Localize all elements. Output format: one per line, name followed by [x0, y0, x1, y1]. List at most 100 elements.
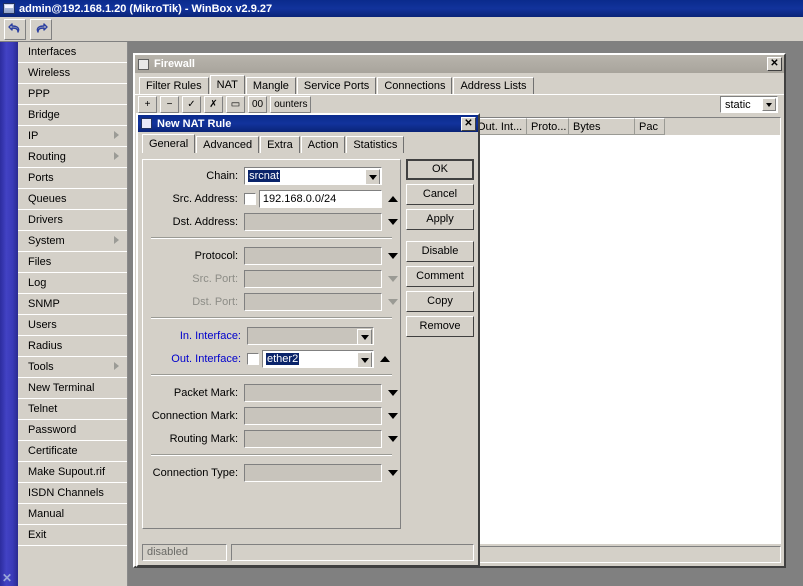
- cancel-button[interactable]: Cancel: [406, 184, 474, 205]
- arrow-down-icon: [388, 253, 398, 259]
- chevron-down-icon[interactable]: [762, 98, 776, 111]
- out-interface-input[interactable]: ether2: [262, 350, 374, 368]
- tab-nat[interactable]: NAT: [209, 75, 245, 94]
- disable-button[interactable]: Disable: [406, 241, 474, 262]
- remove-rule-button[interactable]: −: [160, 96, 179, 113]
- tab-connections[interactable]: Connections: [377, 77, 453, 94]
- connection-mark-stepper[interactable]: [386, 413, 400, 419]
- out-interface-dropdown-button[interactable]: [357, 352, 372, 367]
- tab-filter-rules[interactable]: Filter Rules: [139, 77, 209, 94]
- connection-type-stepper[interactable]: [386, 470, 400, 476]
- sidebar-item-system[interactable]: System: [18, 231, 127, 252]
- sidebar-item-ppp[interactable]: PPP: [18, 84, 127, 105]
- column-header-pac[interactable]: Pac: [635, 118, 665, 135]
- remove-button[interactable]: Remove: [406, 316, 474, 337]
- src-address-input[interactable]: 192.168.0.0/24: [258, 190, 382, 208]
- column-header-bytes[interactable]: Bytes: [569, 118, 635, 135]
- protocol-stepper[interactable]: [386, 253, 400, 259]
- reset-all-counters-button[interactable]: ounters: [270, 96, 312, 113]
- sidebar-item-password[interactable]: Password: [18, 420, 127, 441]
- tab-advanced[interactable]: Advanced: [196, 136, 260, 153]
- form-row-out-interface: Out. Interface: ether2: [143, 349, 400, 369]
- sidebar-item-interfaces[interactable]: Interfaces: [18, 42, 127, 63]
- sidebar-item-bridge[interactable]: Bridge: [18, 105, 127, 126]
- routing-mark-input[interactable]: [244, 430, 382, 448]
- sidebar-item-telnet[interactable]: Telnet: [18, 399, 127, 420]
- firewall-close-button[interactable]: ✕: [767, 57, 782, 71]
- in-interface-dropdown-button[interactable]: [357, 329, 372, 344]
- sidebar-item-new-terminal[interactable]: New Terminal: [18, 378, 127, 399]
- redo-button[interactable]: [30, 18, 52, 40]
- sidebar-item-users[interactable]: Users: [18, 315, 127, 336]
- sidebar-item-make-supout-rif[interactable]: Make Supout.rif: [18, 462, 127, 483]
- sidebar-item-radius[interactable]: Radius: [18, 336, 127, 357]
- sidebar-item-log[interactable]: Log: [18, 273, 127, 294]
- out-interface-label[interactable]: Out. Interface:: [143, 353, 247, 365]
- sidebar-item-snmp[interactable]: SNMP: [18, 294, 127, 315]
- filter-type-select[interactable]: static: [720, 96, 778, 113]
- add-rule-button[interactable]: +: [138, 96, 157, 113]
- tab-service-ports[interactable]: Service Ports: [296, 77, 377, 94]
- chevron-down-icon: [360, 334, 369, 340]
- column-header-out-int[interactable]: Out. Int...: [473, 118, 527, 135]
- sidebar-item-ip[interactable]: IP: [18, 126, 127, 147]
- ok-button[interactable]: OK: [406, 159, 474, 180]
- enable-rule-button[interactable]: ✓: [182, 96, 201, 113]
- reset-counters-button[interactable]: 00: [248, 96, 268, 113]
- tab-label: General: [149, 138, 189, 150]
- chain-input[interactable]: srcnat: [244, 167, 382, 185]
- arrow-down-icon: [388, 436, 398, 442]
- sidebar-item-queues[interactable]: Queues: [18, 189, 127, 210]
- tab-general[interactable]: General: [142, 134, 196, 153]
- disable-rule-button[interactable]: ✗: [204, 96, 223, 113]
- main-titlebar: admin@192.168.1.20 (MikroTik) - WinBox v…: [0, 0, 803, 17]
- tab-extra[interactable]: Extra: [260, 136, 300, 153]
- sidebar-item-isdn-channels[interactable]: ISDN Channels: [18, 483, 127, 504]
- packet-mark-stepper[interactable]: [386, 390, 400, 396]
- sidebar-item-tools[interactable]: Tools: [18, 357, 127, 378]
- sidebar-item-files[interactable]: Files: [18, 252, 127, 273]
- tab-label: Address Lists: [460, 80, 527, 92]
- protocol-input[interactable]: [244, 247, 382, 265]
- nat-rule-close-button[interactable]: ✕: [461, 116, 476, 131]
- connection-mark-input[interactable]: [244, 407, 382, 425]
- sidebar-item-wireless[interactable]: Wireless: [18, 63, 127, 84]
- out-interface-stepper[interactable]: [378, 356, 392, 362]
- src-address-stepper[interactable]: [386, 196, 400, 202]
- tab-label: Service Ports: [303, 80, 370, 92]
- winbox-icon: [3, 3, 15, 14]
- tab-statistics[interactable]: Statistics: [346, 136, 405, 153]
- in-interface-label[interactable]: In. Interface:: [143, 330, 247, 342]
- sidebar-item-drivers[interactable]: Drivers: [18, 210, 127, 231]
- packet-mark-input[interactable]: [244, 384, 382, 402]
- out-interface-negate-checkbox[interactable]: [247, 353, 259, 365]
- arrow-up-icon: [380, 356, 390, 362]
- sidebar-item-manual[interactable]: Manual: [18, 504, 127, 525]
- sidebar-item-label: Queues: [28, 193, 67, 205]
- form-separator: [151, 374, 392, 376]
- tab-label: Extra: [267, 139, 293, 151]
- sidebar-item-routing[interactable]: Routing: [18, 147, 127, 168]
- tab-action[interactable]: Action: [300, 136, 346, 153]
- comment-button[interactable]: Comment: [406, 266, 474, 287]
- dst-address-stepper[interactable]: [386, 219, 400, 225]
- sidebar-item-ports[interactable]: Ports: [18, 168, 127, 189]
- undo-button[interactable]: [4, 18, 26, 40]
- routing-mark-stepper[interactable]: [386, 436, 400, 442]
- sidebar-item-certificate[interactable]: Certificate: [18, 441, 127, 462]
- src-address-negate-checkbox[interactable]: [243, 193, 256, 205]
- in-interface-input[interactable]: [247, 327, 374, 345]
- column-header-proto[interactable]: Proto...: [527, 118, 569, 135]
- dst-address-input[interactable]: [244, 213, 382, 231]
- tab-address-lists[interactable]: Address Lists: [453, 77, 534, 94]
- sidebar-item-label: Wireless: [28, 67, 71, 79]
- sidebar-item-label: Radius: [28, 340, 63, 352]
- tab-mangle[interactable]: Mangle: [245, 77, 296, 94]
- connection-type-input[interactable]: [244, 464, 382, 482]
- copy-button[interactable]: Copy: [406, 291, 474, 312]
- sidebar-item-label: System: [28, 235, 65, 247]
- sidebar-item-exit[interactable]: Exit: [18, 525, 127, 546]
- chain-dropdown-button[interactable]: [365, 169, 380, 184]
- comment-rule-button[interactable]: ▭: [226, 96, 245, 113]
- apply-button[interactable]: Apply: [406, 209, 474, 230]
